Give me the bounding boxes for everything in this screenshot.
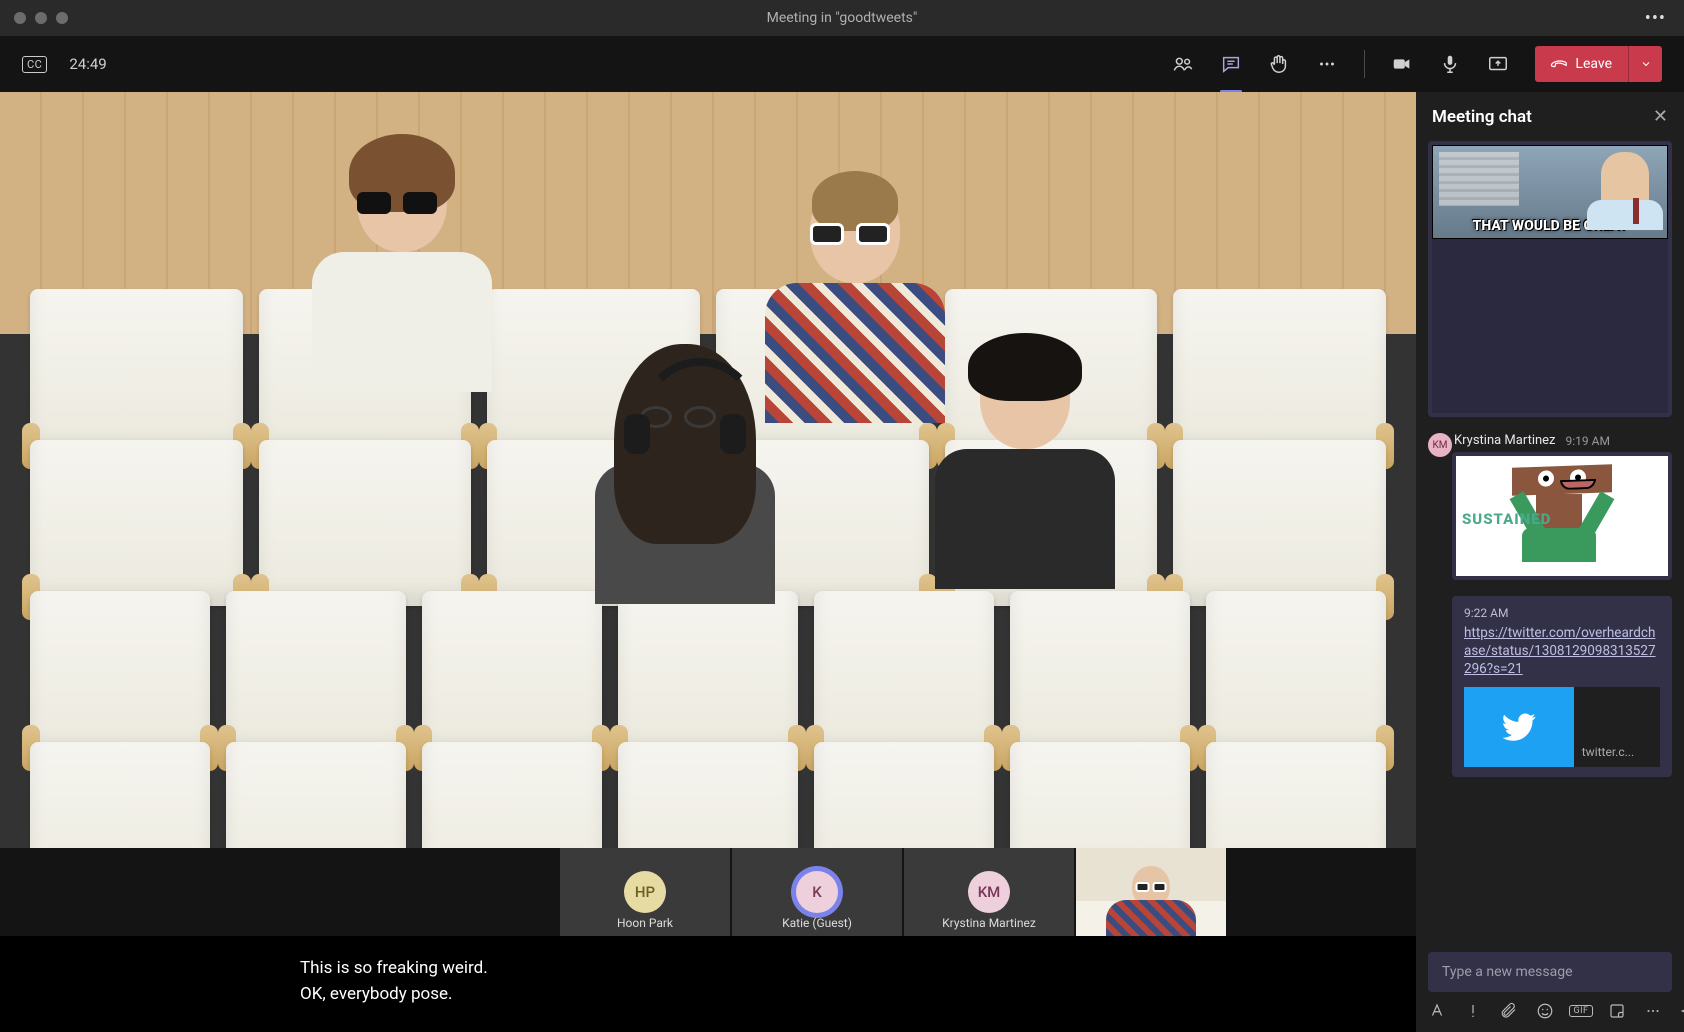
message-sender: Krystina Martinez — [1454, 433, 1556, 448]
camera-icon[interactable] — [1391, 53, 1413, 75]
roster-tile[interactable]: HP Hoon Park — [560, 848, 730, 936]
share-screen-icon[interactable] — [1487, 53, 1509, 75]
leave-button-main[interactable]: Leave — [1535, 56, 1628, 72]
sticker-icon[interactable] — [1608, 1002, 1626, 1020]
compose-toolbar: GIF — [1428, 1002, 1672, 1020]
chat-compose: GIF — [1416, 942, 1684, 1032]
participants-icon[interactable] — [1172, 53, 1194, 75]
chat-header: Meeting chat ✕ — [1416, 92, 1684, 141]
message-link[interactable]: https://twitter.com/overheardchase/statu… — [1464, 625, 1656, 677]
chat-message[interactable]: 9:22 AM https://twitter.com/overheardcha… — [1452, 596, 1672, 777]
participant-video-2[interactable] — [765, 183, 945, 423]
sticker-text: SUSTAINED — [1462, 510, 1551, 528]
microphone-icon[interactable] — [1439, 53, 1461, 75]
captions-toggle[interactable]: CC — [22, 56, 47, 73]
chevron-down-icon — [1640, 58, 1652, 70]
self-video-thumbnail[interactable] — [1076, 848, 1226, 936]
message-timestamp: 9:22 AM — [1464, 606, 1660, 620]
leave-dropdown[interactable] — [1628, 46, 1662, 82]
priority-icon[interactable] — [1464, 1002, 1482, 1020]
participant-video-3[interactable] — [595, 364, 775, 604]
video-stage[interactable] — [0, 92, 1416, 848]
link-preview-card[interactable]: twitter.c... — [1464, 687, 1660, 767]
roster-tile[interactable]: KM Krystina Martinez — [904, 848, 1074, 936]
window-title: Meeting in "goodtweets" — [0, 10, 1684, 26]
twitter-logo-icon — [1464, 687, 1574, 767]
emoji-icon[interactable] — [1536, 1002, 1554, 1020]
toolbar-divider — [1364, 50, 1365, 78]
chat-image-attachment[interactable]: THAT WOULD BE GREAT — [1428, 141, 1672, 417]
meeting-timer: 24:49 — [69, 55, 106, 73]
send-icon[interactable] — [1680, 1002, 1684, 1020]
link-preview-domain: twitter.c... — [1574, 687, 1660, 767]
chat-link-bubble[interactable]: 9:22 AM https://twitter.com/overheardcha… — [1452, 596, 1672, 777]
roster-name: Hoon Park — [617, 916, 673, 930]
chat-messages[interactable]: THAT WOULD BE GREAT KM Krystina Martinez… — [1416, 141, 1684, 942]
avatar: K — [796, 871, 838, 913]
caption-line: This is so freaking weird. — [300, 958, 1116, 978]
participant-roster: HP Hoon Park K Katie (Guest) KM Krystina… — [0, 848, 1416, 936]
leave-button-label: Leave — [1575, 56, 1612, 72]
window-titlebar: Meeting in "goodtweets" ••• — [0, 0, 1684, 36]
compose-more-icon[interactable] — [1644, 1002, 1662, 1020]
attach-icon[interactable] — [1500, 1002, 1518, 1020]
chat-message[interactable]: KM Krystina Martinez 9:19 AM SUSTAINED — [1452, 433, 1672, 580]
avatar: KM — [1428, 433, 1452, 457]
message-timestamp: 9:19 AM — [1566, 434, 1610, 448]
roster-name: Krystina Martinez — [942, 916, 1036, 930]
gif-icon[interactable]: GIF — [1572, 1002, 1590, 1020]
roster-tile[interactable]: K Katie (Guest) — [732, 848, 902, 936]
format-icon[interactable] — [1428, 1002, 1446, 1020]
chat-panel: Meeting chat ✕ THAT WOULD BE GREAT KM Kr… — [1416, 92, 1684, 1032]
titlebar-more-icon[interactable]: ••• — [1645, 8, 1666, 29]
caption-line: OK, everybody pose. — [300, 984, 1116, 1004]
chat-icon[interactable] — [1220, 53, 1242, 75]
meeting-toolbar: CC 24:49 Leave — [0, 36, 1684, 92]
message-input[interactable] — [1428, 952, 1672, 992]
meeting-left-column: HP Hoon Park K Katie (Guest) KM Krystina… — [0, 92, 1416, 1032]
leave-button[interactable]: Leave — [1535, 46, 1662, 82]
avatar: HP — [624, 871, 666, 913]
hangup-icon — [1548, 53, 1571, 76]
raise-hand-icon[interactable] — [1268, 53, 1290, 75]
more-actions-icon[interactable] — [1316, 53, 1338, 75]
roster-name: Katie (Guest) — [782, 916, 852, 930]
meeting-content: HP Hoon Park K Katie (Guest) KM Krystina… — [0, 92, 1684, 1032]
close-icon[interactable]: ✕ — [1653, 106, 1668, 127]
chat-image-attachment[interactable]: SUSTAINED — [1452, 452, 1672, 580]
chat-message[interactable]: THAT WOULD BE GREAT — [1428, 141, 1672, 417]
live-captions: This is so freaking weird. OK, everybody… — [0, 936, 1416, 1032]
participant-video-1[interactable] — [312, 152, 492, 392]
avatar: KM — [968, 871, 1010, 913]
participant-video-4[interactable] — [935, 349, 1115, 589]
chat-title: Meeting chat — [1432, 107, 1532, 127]
